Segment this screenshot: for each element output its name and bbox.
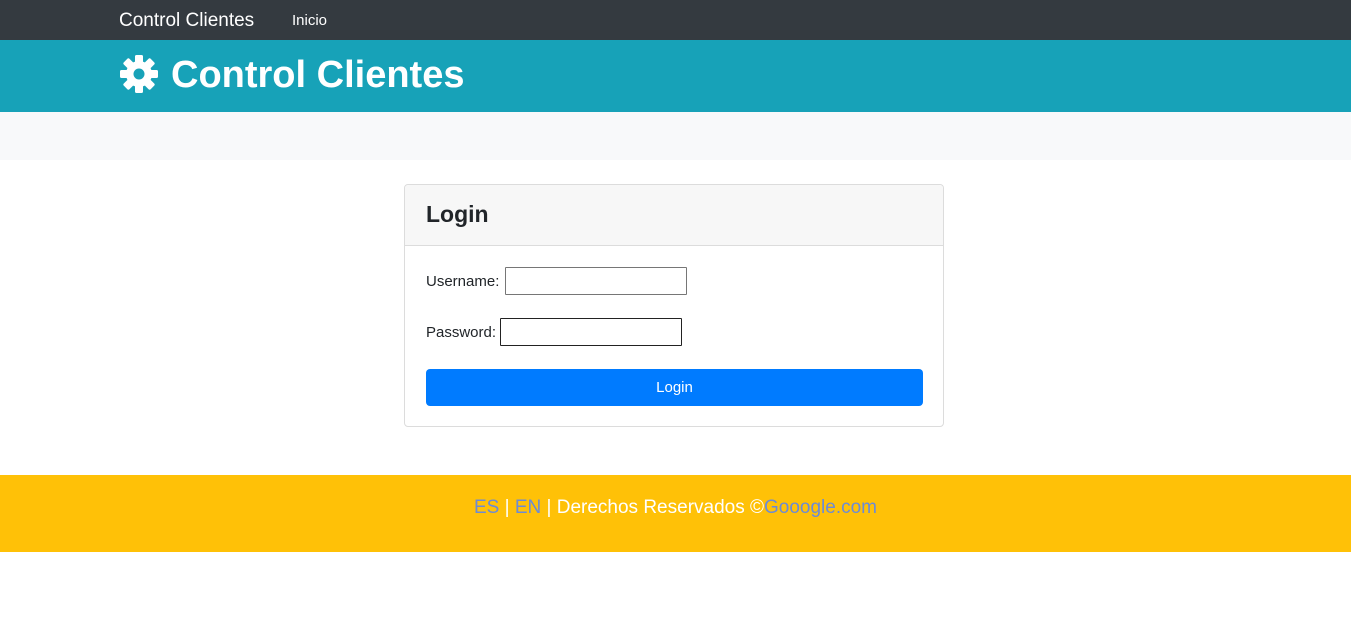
- footer-text: ES | EN | Derechos Reservados ©Gooogle.c…: [0, 496, 1351, 520]
- lang-es-link[interactable]: ES: [474, 497, 499, 518]
- nav-link-inicio[interactable]: Inicio: [292, 11, 327, 31]
- navbar-brand[interactable]: Control Clientes: [119, 9, 254, 33]
- footer-rights-text: | Derechos Reservados ©: [541, 497, 764, 518]
- login-card-header: Login: [405, 185, 943, 246]
- username-input[interactable]: [505, 267, 687, 295]
- page-header: Control Clientes: [0, 40, 1351, 112]
- site-link[interactable]: Gooogle.com: [764, 497, 877, 518]
- login-card: Login Username: Password: Login: [404, 184, 944, 427]
- lang-en-link[interactable]: EN: [515, 497, 541, 518]
- username-label: Username:: [426, 273, 500, 290]
- password-label: Password:: [426, 324, 497, 341]
- login-card-title: Login: [426, 201, 489, 227]
- footer-separator: |: [499, 497, 515, 518]
- footer: ES | EN | Derechos Reservados ©Gooogle.c…: [0, 475, 1351, 552]
- gear-icon: [120, 55, 158, 93]
- password-input[interactable]: [500, 318, 682, 346]
- login-button[interactable]: Login: [426, 369, 923, 406]
- top-navbar: Control Clientes Inicio: [0, 0, 1351, 40]
- sub-header-bar: [0, 112, 1351, 160]
- page-title: Control Clientes: [171, 54, 465, 96]
